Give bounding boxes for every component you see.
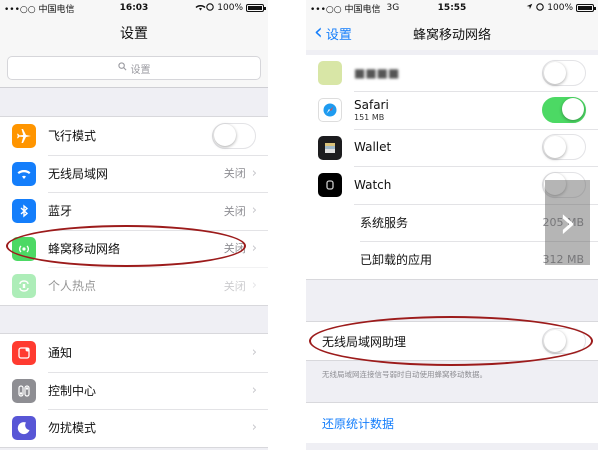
- battery-icon: [246, 4, 266, 12]
- chevron-right-icon: ›: [558, 197, 577, 248]
- row-label: Watch: [354, 177, 392, 192]
- row-do-not-disturb[interactable]: 勿扰模式 ›: [0, 409, 268, 447]
- chevron-right-icon: ›: [251, 382, 257, 398]
- row-label: 无线局域网助理: [322, 334, 407, 349]
- reset-statistics-button[interactable]: 还原统计数据: [306, 403, 598, 443]
- row-app-wallet[interactable]: Wallet: [306, 128, 598, 167]
- row-personal-hotspot: 个人热点 关闭 ›: [0, 267, 268, 305]
- search-input[interactable]: 设置: [7, 56, 261, 80]
- row-label: 已卸载的应用: [360, 253, 433, 268]
- wifi-assist-toggle[interactable]: [542, 328, 586, 354]
- settings-group-system: 通知 › 控制中心 › 勿扰模式 ›: [0, 333, 268, 448]
- row-value: 关闭: [223, 167, 246, 181]
- row-control-center[interactable]: 控制中心 ›: [0, 371, 268, 410]
- cellular-icon: [12, 236, 36, 261]
- row-label: 勿扰模式: [48, 421, 97, 436]
- status-bar: •••○○ 中国电信 3G 15:55 100%: [306, 0, 598, 16]
- chevron-right-icon: ›: [251, 203, 257, 219]
- row-label: 控制中心: [48, 383, 97, 398]
- safari-icon: [318, 98, 342, 122]
- airplane-mode-toggle[interactable]: [212, 122, 256, 149]
- battery-icon: [576, 4, 596, 12]
- row-label: 蜂窝移动网络: [48, 241, 121, 256]
- clock: 15:55: [437, 3, 467, 13]
- search-placeholder: 设置: [130, 64, 151, 76]
- search-bar: 设置: [0, 50, 268, 88]
- row-label: 个人热点: [48, 279, 97, 294]
- row-wifi-assist[interactable]: 无线局域网助理: [306, 322, 598, 360]
- nav-bar: 设置: [0, 16, 268, 50]
- wallet-icon: [318, 135, 342, 160]
- row-label: ■■■■: [354, 66, 400, 80]
- chevron-right-icon: ›: [251, 345, 257, 361]
- wifi-icon: [12, 161, 36, 186]
- page-title: 设置: [120, 26, 148, 42]
- clock: 16:03: [119, 3, 149, 13]
- hotspot-icon: [12, 274, 36, 298]
- row-label: 通知: [48, 346, 73, 361]
- row-value: 关闭: [223, 204, 246, 218]
- row-value: 关闭: [223, 279, 246, 293]
- row-label: Wallet: [354, 140, 392, 155]
- safari-cellular-toggle[interactable]: [542, 96, 586, 123]
- app-name-block: Safari 151 MB: [354, 98, 542, 122]
- back-button[interactable]: ‹ 设置: [306, 20, 352, 45]
- row-label: 飞行模式: [48, 129, 97, 144]
- settings-screen: •••○○ 中国电信 16:03 100% 设置 设置 飞行模式 无线局域网 关…: [0, 0, 268, 450]
- row-app-safari[interactable]: Safari 151 MB: [306, 91, 598, 129]
- notifications-icon: [12, 341, 36, 365]
- next-slide-arrow[interactable]: ›: [545, 180, 590, 265]
- wallet-cellular-toggle[interactable]: [542, 134, 586, 161]
- wifi-assist-group: 无线局域网助理: [306, 321, 598, 361]
- status-bar: •••○○ 中国电信 16:03 100%: [0, 0, 268, 16]
- chevron-right-icon: ›: [251, 240, 257, 256]
- watch-icon: [318, 173, 342, 197]
- chevron-right-icon: ›: [251, 165, 257, 181]
- wifi-assist-description: 无线局域网连接信号弱时自动使用蜂窝移动数据。: [322, 370, 487, 379]
- row-notifications[interactable]: 通知 ›: [0, 334, 268, 372]
- chevron-right-icon: ›: [251, 278, 257, 294]
- row-wifi[interactable]: 无线局域网 关闭 ›: [0, 154, 268, 193]
- row-bluetooth[interactable]: 蓝牙 关闭 ›: [0, 192, 268, 230]
- control-center-icon: [12, 378, 36, 403]
- chevron-right-icon: ›: [251, 420, 257, 436]
- back-label: 设置: [325, 27, 352, 43]
- settings-group-connectivity: 飞行模式 无线局域网 关闭 › 蓝牙 关闭 › 蜂窝移动网络 关闭 › 个人热点…: [0, 116, 268, 306]
- chevron-left-icon: ‹: [314, 20, 323, 45]
- reset-group: 还原统计数据: [306, 402, 598, 443]
- airplane-icon: [12, 124, 36, 148]
- row-airplane-mode[interactable]: 飞行模式: [0, 117, 268, 155]
- row-label: 无线局域网: [48, 166, 109, 181]
- moon-icon: [12, 416, 36, 440]
- app-cellular-toggle[interactable]: [542, 60, 586, 86]
- row-cellular[interactable]: 蜂窝移动网络 关闭 ›: [0, 229, 268, 268]
- screenshot-stage: •••○○ 中国电信 16:03 100% 设置 设置 飞行模式 无线局域网 关…: [0, 0, 600, 450]
- bluetooth-icon: [12, 199, 36, 223]
- row-value: 关闭: [223, 242, 246, 256]
- row-label: 系统服务: [360, 215, 409, 230]
- blurred-app-icon: [318, 61, 342, 85]
- nav-bar: ‹ 设置 蜂窝移动网络: [306, 16, 598, 50]
- row-label: 还原统计数据: [322, 416, 395, 431]
- data-usage: 151 MB: [354, 112, 385, 122]
- row-label: 蓝牙: [48, 204, 73, 219]
- row-label: Safari: [354, 97, 389, 112]
- row-app-blurred[interactable]: ■■■■: [306, 55, 598, 91]
- search-icon: [117, 62, 127, 74]
